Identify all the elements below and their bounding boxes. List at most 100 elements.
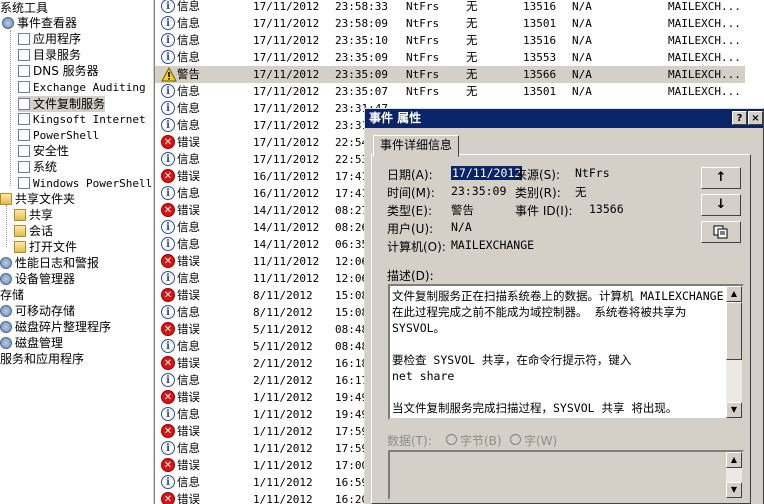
tree-item[interactable]: 系统 xyxy=(18,159,57,175)
console-tree[interactable]: 系统工具 事件查看器 应用程序 目录服务 DNS 服务器 Exchange Auditin… xyxy=(0,0,152,504)
arrow-down-icon: ↓ xyxy=(715,197,727,212)
scroll-down-icon[interactable]: ▼ xyxy=(726,402,742,418)
tree-item[interactable]: 安全性 xyxy=(18,143,69,159)
log-icon xyxy=(18,161,30,173)
event-date: 17/11/2012 xyxy=(253,68,320,81)
date-value[interactable]: 17/11/2012 xyxy=(451,166,523,180)
folder-icon xyxy=(14,209,26,221)
tree-item[interactable]: DNS 服务器 xyxy=(18,63,99,79)
help-button[interactable]: ? xyxy=(732,111,747,125)
tree-item[interactable]: 共享 xyxy=(14,207,53,223)
event-date: 17/11/2012 xyxy=(253,34,320,47)
copy-button[interactable] xyxy=(701,221,741,243)
words-radio[interactable] xyxy=(510,434,521,445)
arrow-up-icon: ↑ xyxy=(715,170,727,185)
event-label: 错误 xyxy=(177,424,200,438)
tree-item-label: 安全性 xyxy=(33,144,70,158)
info-icon: i xyxy=(161,84,175,98)
event-label: 信息 xyxy=(177,339,200,353)
scroll-up-icon[interactable]: ▲ xyxy=(726,286,742,302)
event-row[interactable]: i 信息 17/11/2012 23:35:10 NtFrs 无 13516 N/A MAILE… xyxy=(155,32,745,49)
tree-item[interactable]: 性能日志和警报 xyxy=(0,255,99,271)
info-icon: i xyxy=(161,339,175,353)
event-label: 信息 xyxy=(177,305,200,319)
error-icon: ✕ xyxy=(161,169,175,183)
bytes-radio[interactable] xyxy=(446,434,457,445)
tree-item[interactable]: Windows PowerShell xyxy=(18,176,152,192)
tree-item-label: DNS 服务器 xyxy=(33,64,99,78)
event-source: NtFrs xyxy=(406,85,440,98)
bytes-radio-label: 字节(B) xyxy=(460,434,502,448)
event-label: 信息 xyxy=(177,16,200,30)
event-label: 信息 xyxy=(177,237,200,251)
data-scroll-up-icon[interactable]: ▲ xyxy=(726,452,742,468)
tree-item[interactable]: 磁盘碎片整理程序 xyxy=(0,319,111,335)
event-label: 信息 xyxy=(177,101,200,115)
next-event-button[interactable]: ↓ xyxy=(701,194,741,216)
tree-item-label: Kingsoft Internet S xyxy=(33,113,152,126)
tree-item[interactable]: 系统工具 xyxy=(0,0,48,16)
error-icon: ✕ xyxy=(161,492,175,504)
error-icon: ✕ xyxy=(161,203,175,217)
event-row[interactable]: 警告 17/11/2012 23:35:09 NtFrs 无 13566 N/A MAILEX… xyxy=(155,66,745,83)
event-source: NtFrs xyxy=(406,51,440,64)
tree-item[interactable]: PowerShell xyxy=(18,128,99,144)
event-date: 1/11/2012 xyxy=(253,391,313,404)
event-row[interactable]: i 信息 17/11/2012 23:35:09 NtFrs 无 13553 N/A MAILE… xyxy=(155,49,745,66)
tree-item[interactable]: 存储 xyxy=(0,287,24,303)
tree-item[interactable]: 磁盘管理 xyxy=(0,335,63,351)
tree-item[interactable]: 事件查看器 xyxy=(2,15,77,31)
description-textbox[interactable]: 文件复制服务正在扫描系统卷上的数据。计算机 MAILEXCHANGE 在此过程完… xyxy=(388,284,744,420)
info-icon: i xyxy=(161,305,175,319)
event-category: 无 xyxy=(466,0,478,13)
event-row[interactable]: i 信息 17/11/2012 23:35:07 NtFrs 无 13501 N/A MAILE… xyxy=(155,83,745,100)
tree-item-label: 文件复制服务 xyxy=(33,97,106,111)
data-scroll-down-icon[interactable]: ▼ xyxy=(726,482,742,498)
event-row[interactable]: i 信息 17/11/2012 23:58:33 NtFrs 无 13516 N/A MAILE… xyxy=(155,0,745,15)
event-time: 23:35:09 xyxy=(335,68,388,81)
tree-item[interactable]: 文件复制服务 xyxy=(18,96,106,112)
tree-item-label: 性能日志和警报 xyxy=(15,256,100,270)
event-date: 17/11/2012 xyxy=(253,51,320,64)
tree-item[interactable]: 共享文件夹 xyxy=(0,191,75,207)
event-label: 错误 xyxy=(177,356,200,370)
event-label: 错误 xyxy=(177,203,200,217)
close-button[interactable]: × xyxy=(748,111,763,125)
tree-item[interactable]: 服务和应用程序 xyxy=(0,351,84,367)
tree-item[interactable]: 设备管理器 xyxy=(0,271,75,287)
info-icon: i xyxy=(161,33,175,47)
previous-event-button[interactable]: ↑ xyxy=(701,167,741,189)
tree-item[interactable]: 会话 xyxy=(14,223,53,239)
tree-item-label: 会话 xyxy=(29,224,54,238)
tree-item[interactable]: Exchange Auditing xyxy=(18,80,146,96)
tree-item[interactable]: 应用程序 xyxy=(18,31,81,47)
event-date: 14/11/2012 xyxy=(253,204,320,217)
event-source: NtFrs xyxy=(406,68,440,81)
event-label: 信息 xyxy=(177,0,200,13)
dialog-titlebar[interactable]: 事件 属性 ? × xyxy=(365,109,763,128)
tree-item[interactable]: 可移动存储 xyxy=(0,303,75,319)
tree-item-label: Exchange Auditing xyxy=(33,81,146,94)
tree-item-label: 目录服务 xyxy=(33,48,82,62)
tree-connector xyxy=(6,205,7,247)
data-textbox[interactable]: ▲ ▼ xyxy=(388,450,744,500)
event-label: 错误 xyxy=(177,169,200,183)
log-icon xyxy=(18,65,30,77)
event-row[interactable]: i 信息 17/11/2012 23:58:09 NtFrs 无 13501 N/A MAILE… xyxy=(155,15,745,32)
tree-item[interactable]: Kingsoft Internet S xyxy=(18,112,152,128)
warning-icon xyxy=(161,66,177,82)
info-icon: i xyxy=(161,220,175,234)
event-date: 5/11/2012 xyxy=(253,340,313,353)
date-label: 日期(A): xyxy=(387,168,433,182)
tree-item-label: 可移动存储 xyxy=(15,304,76,318)
tab-event-details[interactable]: 事件详细信息 xyxy=(373,135,460,157)
tree-item-label: 共享文件夹 xyxy=(15,192,76,206)
scroll-thumb[interactable] xyxy=(726,302,742,360)
event-label: 信息 xyxy=(177,373,200,387)
tree-item[interactable]: 打开文件 xyxy=(14,239,77,255)
tree-item-label: Windows PowerShell xyxy=(33,177,152,190)
data-scrollbar[interactable]: ▲ ▼ xyxy=(726,452,742,498)
tree-item[interactable]: 目录服务 xyxy=(18,47,81,63)
description-scrollbar[interactable]: ▲ ▼ xyxy=(726,286,742,418)
event-user: N/A xyxy=(572,68,592,81)
